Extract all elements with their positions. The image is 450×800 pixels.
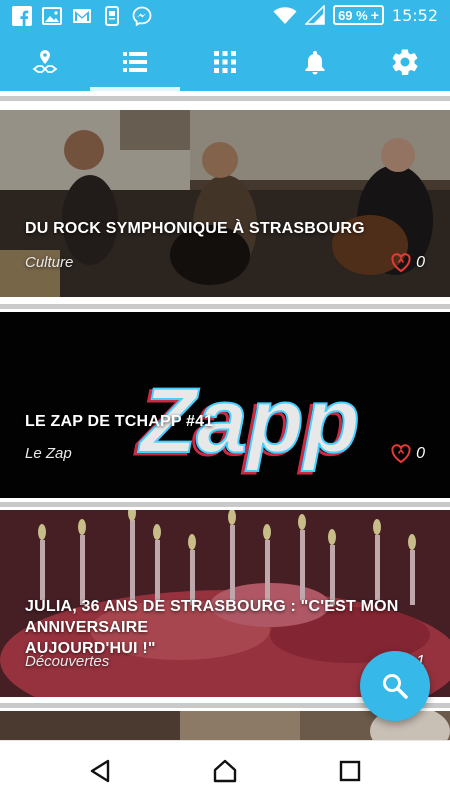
notification-icons (12, 6, 152, 26)
battery-indicator: 69 % + (333, 5, 384, 25)
grid-icon (214, 51, 236, 73)
article-likes[interactable]: 0 (391, 444, 425, 464)
article-title: DU ROCK SYMPHONIQUE À STRASBOURG (25, 220, 365, 237)
back-button[interactable] (84, 755, 116, 787)
battery-percent: 69 % (338, 7, 368, 23)
system-indicators: 69 % + 15:52 (273, 5, 438, 25)
heart-icon (391, 444, 411, 464)
article-category[interactable]: Découvertes (25, 653, 109, 670)
like-count: 0 (416, 445, 425, 462)
messenger-icon (132, 6, 152, 26)
signal-icon (305, 5, 325, 25)
article-feed[interactable]: DU ROCK SYMPHONIQUE À STRASBOURG Culture… (0, 91, 450, 740)
card-separator (0, 96, 450, 101)
phone-app-icon (105, 6, 119, 26)
gallery-icon (42, 7, 62, 25)
article-title: JULIA, 36 ANS DE STRASBOURG : "C'EST MON… (25, 598, 399, 657)
gear-icon (392, 49, 418, 75)
recents-icon (339, 760, 361, 782)
map-pin-icon (32, 50, 58, 73)
wifi-icon (273, 7, 297, 25)
system-nav-bar (0, 740, 450, 800)
back-icon (90, 759, 110, 783)
card-separator (0, 502, 450, 507)
search-button[interactable] (360, 651, 430, 721)
recents-button[interactable] (334, 755, 366, 787)
like-count: 0 (416, 254, 425, 271)
tab-list[interactable] (90, 33, 180, 91)
heart-icon (391, 253, 411, 273)
article-image: Zapp Zapp (0, 312, 450, 498)
tab-map[interactable] (0, 33, 90, 91)
facebook-icon (12, 6, 32, 26)
article-title: LE ZAP DE TCHAPP #41 (25, 413, 214, 430)
article-card[interactable]: Zapp Zapp LE ZAP DE TCHAPP #41 Le Zap 0 (0, 312, 450, 498)
clock: 15:52 (391, 5, 438, 25)
tab-notifications[interactable] (270, 33, 360, 91)
app-toolbar (0, 33, 450, 91)
search-icon (383, 674, 408, 699)
article-card[interactable]: DU ROCK SYMPHONIQUE À STRASBOURG Culture… (0, 110, 450, 297)
article-category[interactable]: Culture (25, 254, 73, 271)
tab-grid[interactable] (180, 33, 270, 91)
bell-icon (305, 51, 325, 75)
status-bar: 69 % + 15:52 (0, 0, 450, 33)
card-separator (0, 304, 450, 309)
article-likes[interactable]: 0 (391, 253, 425, 273)
home-icon (213, 759, 237, 783)
charging-indicator: + (370, 7, 379, 23)
tab-settings[interactable] (360, 33, 450, 91)
list-icon (123, 52, 147, 72)
gmail-icon (73, 9, 91, 23)
home-button[interactable] (209, 755, 241, 787)
article-category[interactable]: Le Zap (25, 445, 72, 462)
